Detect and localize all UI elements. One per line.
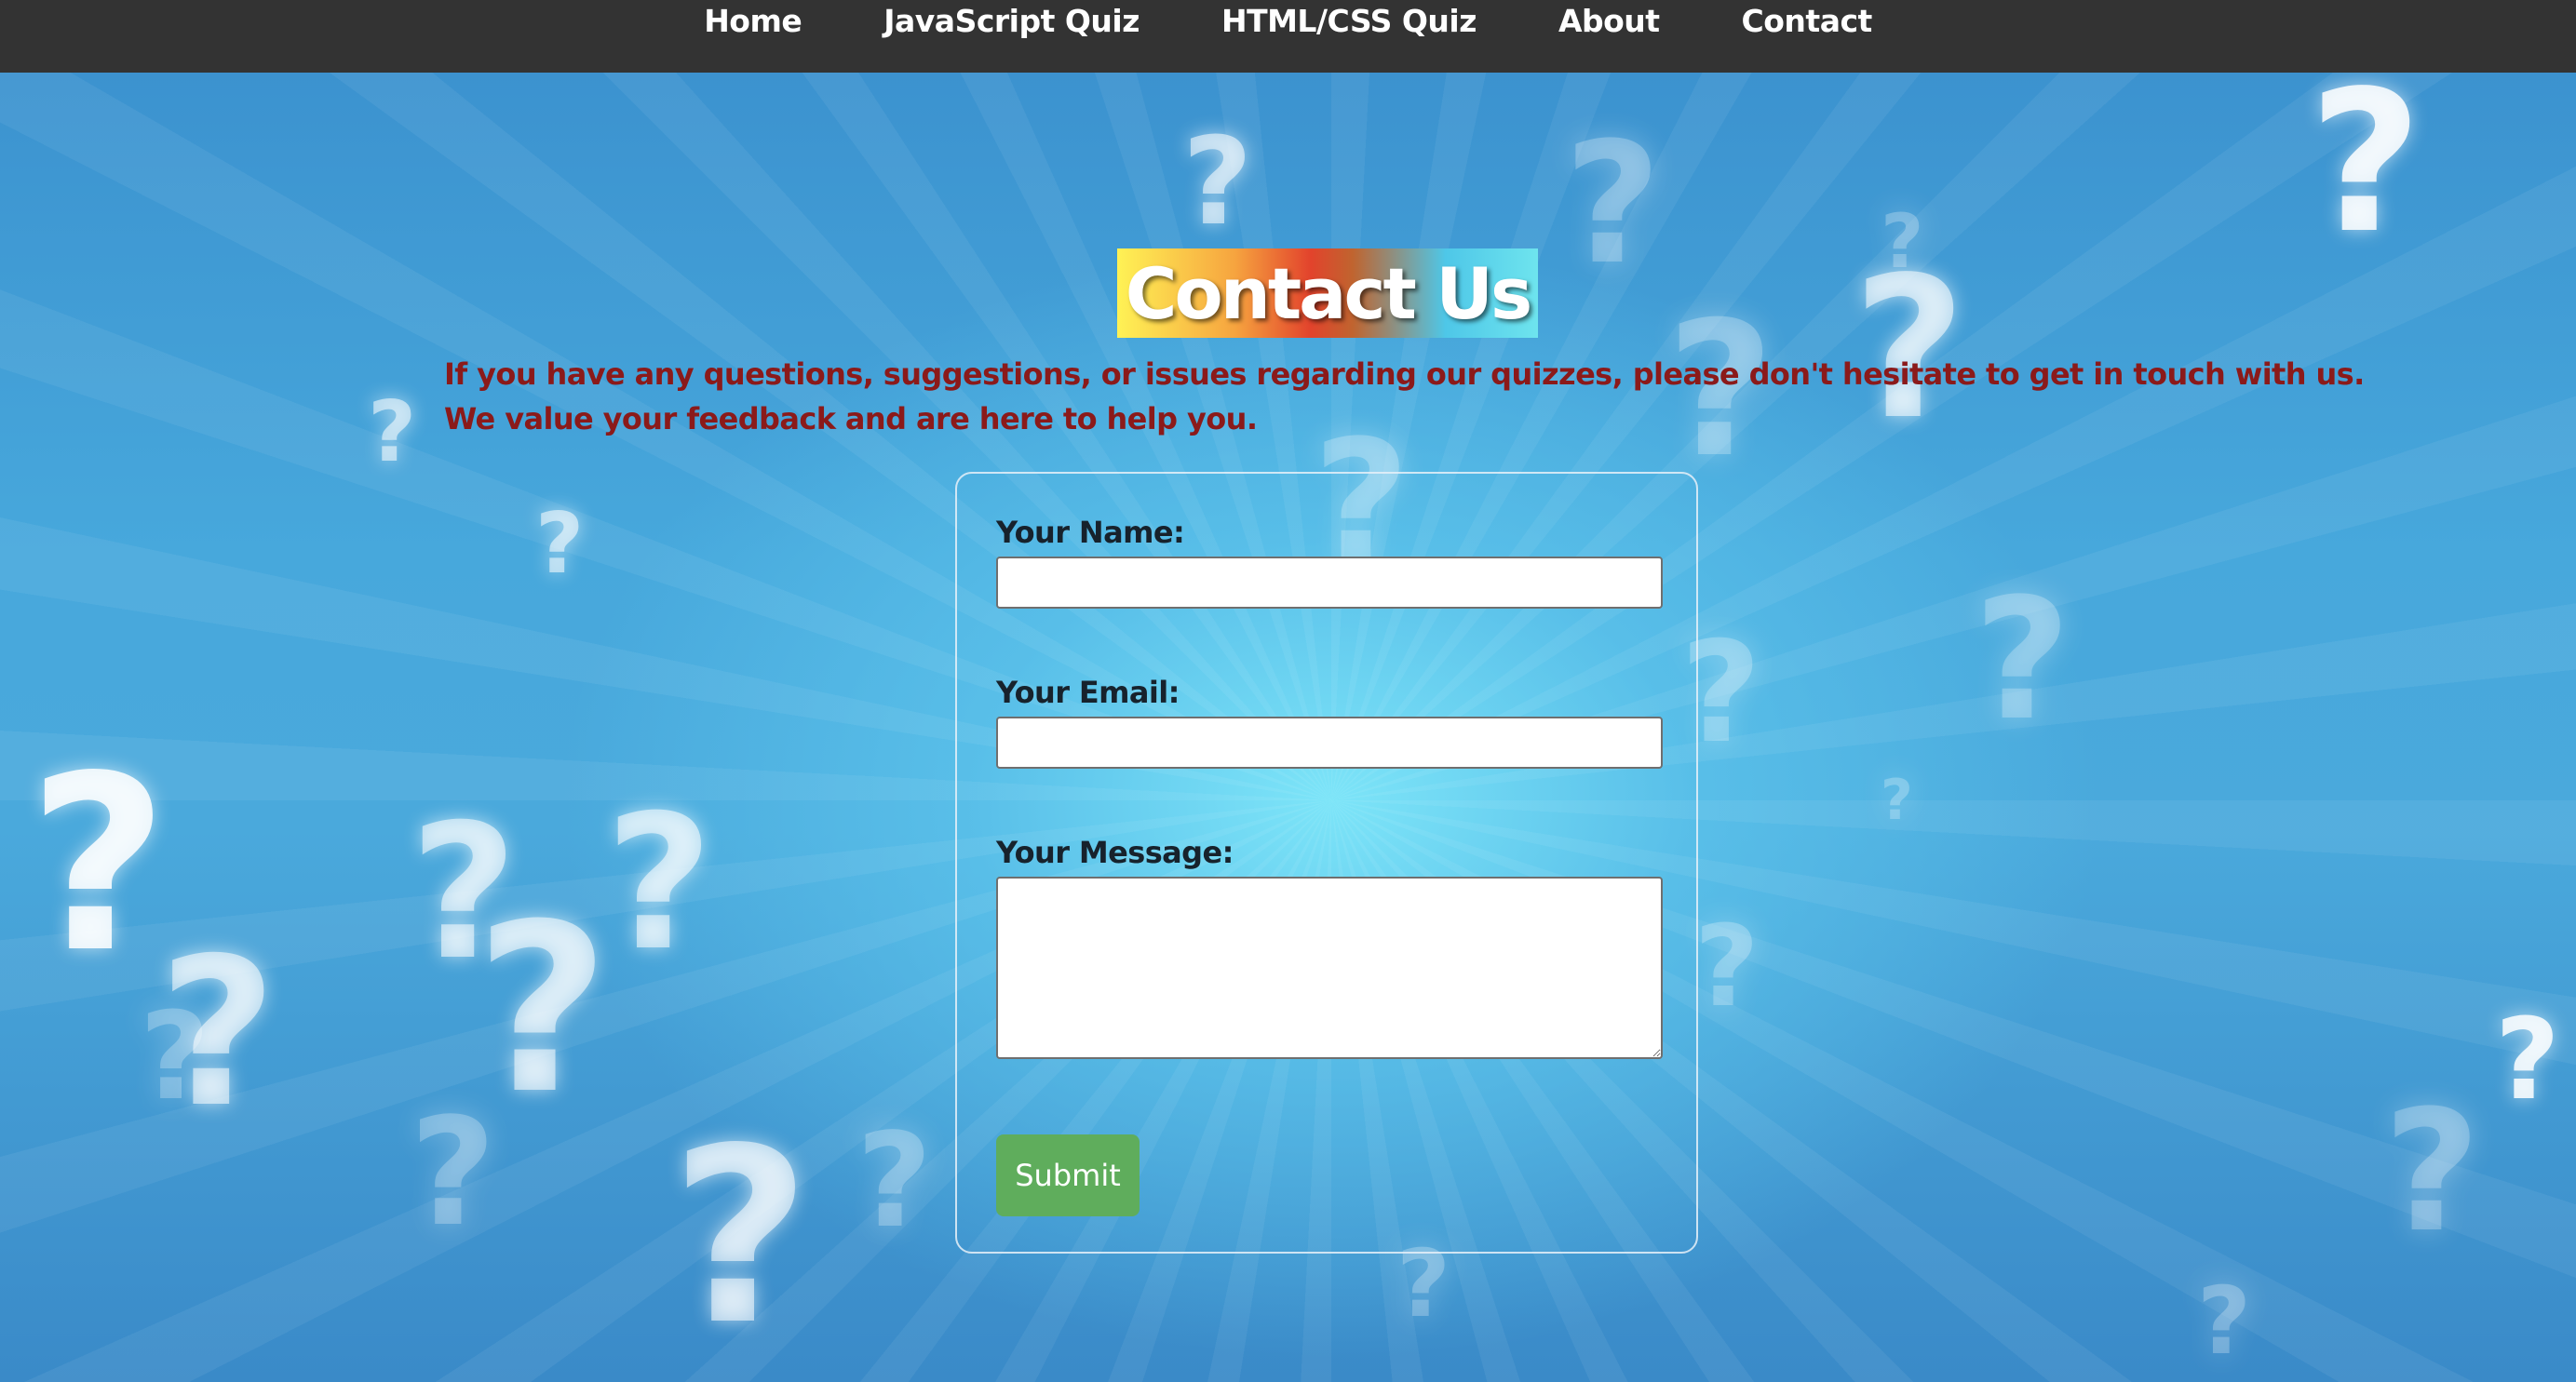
question-mark-icon: ? bbox=[28, 725, 169, 1006]
page-title: Contact Us bbox=[1125, 251, 1532, 335]
intro-text: If you have any questions, suggestions, … bbox=[444, 352, 2365, 441]
question-mark-icon: ? bbox=[1564, 107, 1662, 302]
question-mark-icon: ? bbox=[368, 383, 417, 481]
question-mark-icon: ? bbox=[1694, 903, 1760, 1032]
intro-line-2: We value your feedback and are here to h… bbox=[444, 401, 1258, 436]
question-mark-icon: ? bbox=[2495, 996, 2560, 1125]
name-label: Your Name: bbox=[996, 515, 1185, 550]
nav-item-javascript-quiz[interactable]: JavaScript Quiz bbox=[883, 0, 1140, 43]
question-mark-icon: ? bbox=[1974, 563, 2071, 758]
name-input[interactable] bbox=[996, 557, 1663, 609]
question-mark-icon: ? bbox=[140, 986, 210, 1127]
top-navbar: Home JavaScript Quiz HTML/CSS Quiz About… bbox=[0, 0, 2576, 73]
question-mark-icon: ? bbox=[410, 1085, 496, 1259]
question-mark-icon: ? bbox=[670, 1097, 811, 1378]
question-mark-icon: ? bbox=[2383, 1075, 2481, 1269]
question-mark-icon: ? bbox=[605, 775, 714, 992]
question-mark-icon: ? bbox=[2197, 1267, 2252, 1375]
nav-item-contact[interactable]: Contact bbox=[1742, 0, 1873, 43]
message-label: Your Message: bbox=[996, 835, 1234, 870]
email-input[interactable] bbox=[996, 717, 1663, 769]
question-mark-icon: ? bbox=[2309, 48, 2422, 276]
submit-button[interactable]: Submit bbox=[996, 1134, 1140, 1216]
message-textarea[interactable] bbox=[996, 877, 1663, 1059]
question-mark-icon: ? bbox=[1881, 768, 1913, 833]
intro-line-1: If you have any questions, suggestions, … bbox=[444, 356, 2365, 392]
question-mark-icon: ? bbox=[856, 1106, 933, 1257]
question-mark-icon: ? bbox=[1182, 111, 1253, 252]
page-title-banner: Contact Us bbox=[1117, 248, 1538, 338]
question-mark-icon: ? bbox=[535, 495, 585, 593]
contact-form: Your Name: Your Email: Your Message: Sub… bbox=[955, 472, 1698, 1254]
nav-item-html-css-quiz[interactable]: HTML/CSS Quiz bbox=[1221, 0, 1477, 43]
nav-item-about[interactable]: About bbox=[1558, 0, 1660, 43]
nav-item-home[interactable]: Home bbox=[704, 0, 802, 43]
email-label: Your Email: bbox=[996, 675, 1180, 710]
